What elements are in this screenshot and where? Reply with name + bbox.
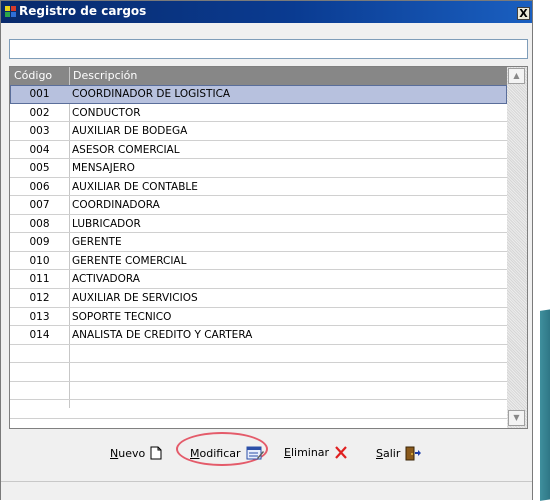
new-document-icon [150, 446, 162, 460]
codigo-cell: 014 [29, 329, 50, 342]
table-row[interactable]: 004 ASESOR COMERCIAL [10, 141, 507, 160]
codigo-cell: 002 [29, 106, 50, 119]
exit-door-icon [405, 446, 422, 461]
codigo-cell: 008 [29, 217, 50, 230]
table-row[interactable]: 005 MENSAJERO [10, 159, 507, 178]
descripcion-cell: COORDINADORA [72, 199, 160, 212]
table-row[interactable]: 011 ACTIVADORA [10, 270, 507, 290]
search-input[interactable] [9, 39, 528, 59]
codigo-cell: 001 [29, 88, 50, 100]
vertical-scrollbar[interactable]: ▲ ▼ [507, 67, 527, 428]
title-bar[interactable]: Registro de cargos X [1, 1, 532, 23]
codigo-cell: 011 [29, 273, 50, 286]
column-header-descripcion[interactable]: Descripción [73, 69, 137, 82]
table-row[interactable]: 013 SOPORTE TECNICO [10, 308, 507, 327]
window-title: Registro de cargos [19, 4, 147, 18]
descripcion-cell: COORDINADOR DE LOGISTICA [72, 88, 231, 100]
codigo-cell: 007 [29, 199, 50, 212]
codigo-cell: 012 [29, 292, 50, 305]
grid-body: 001 COORDINADOR DE LOGISTICA 002 CONDUCTOR 0… [10, 85, 507, 419]
table-row[interactable]: 014 ANALISTA DE CREDITO Y CARTERA [10, 326, 507, 345]
edit-form-icon [246, 446, 264, 460]
eliminar-button[interactable]: Eliminar [284, 446, 348, 459]
table-row[interactable]: 008 LUBRICADOR [10, 215, 507, 234]
descripcion-cell: AUXILIAR DE CONTABLE [72, 180, 198, 193]
nuevo-label: Nuevo [110, 446, 146, 460]
cargos-window: Registro de cargos X Código Descripción … [0, 0, 533, 500]
close-button[interactable]: X [517, 7, 530, 20]
column-header-codigo[interactable]: Código [14, 69, 52, 82]
descripcion-cell: ASESOR COMERCIAL [72, 143, 180, 156]
empty-table-row [10, 345, 507, 364]
modificar-label: Modificar [190, 446, 241, 460]
descripcion-cell: SOPORTE TECNICO [72, 310, 172, 323]
codigo-cell: 005 [29, 162, 50, 175]
salir-label: Salir [376, 447, 401, 460]
table-row[interactable]: 006 AUXILIAR DE CONTABLE [10, 178, 507, 197]
delete-x-icon [335, 446, 347, 459]
table-row[interactable]: 012 AUXILIAR DE SERVICIOS [10, 289, 507, 308]
empty-table-row [10, 363, 507, 382]
descripcion-cell: AUXILIAR DE SERVICIOS [72, 292, 198, 305]
empty-table-row [10, 382, 507, 401]
scroll-up-icon[interactable]: ▲ [508, 68, 525, 84]
descripcion-cell: CONDUCTOR [72, 106, 141, 119]
app-icon [5, 6, 16, 18]
grid-header: Código Descripción [10, 67, 507, 85]
table-row[interactable]: 001 COORDINADOR DE LOGISTICA [10, 85, 507, 104]
codigo-cell: 010 [29, 254, 50, 267]
codigo-cell: 006 [29, 180, 50, 193]
modificar-button[interactable]: Modificar [190, 446, 264, 460]
descripcion-cell: AUXILIAR DE BODEGA [72, 125, 188, 138]
table-row[interactable]: 007 COORDINADORA [10, 196, 507, 215]
descripcion-cell: LUBRICADOR [72, 217, 141, 230]
nuevo-button[interactable]: Nuevo [110, 446, 162, 460]
status-bar [1, 481, 532, 500]
table-row[interactable]: 010 GERENTE COMERCIAL [10, 252, 507, 271]
scroll-down-icon[interactable]: ▼ [508, 410, 525, 426]
empty-table-row [10, 400, 507, 419]
descripcion-cell: MENSAJERO [72, 162, 135, 175]
background-decoration [540, 309, 550, 501]
salir-button[interactable]: Salir [376, 446, 422, 461]
table-row[interactable]: 003 AUXILIAR DE BODEGA [10, 122, 507, 141]
descripcion-cell: GERENTE COMERCIAL [72, 254, 187, 267]
table-row[interactable]: 009 GERENTE [10, 233, 507, 252]
codigo-cell: 004 [29, 143, 50, 156]
descripcion-cell: ACTIVADORA [72, 273, 140, 286]
descripcion-cell: GERENTE [72, 236, 122, 249]
table-row[interactable]: 002 CONDUCTOR [10, 104, 507, 123]
codigo-cell: 013 [29, 310, 50, 323]
codigo-cell: 003 [29, 125, 50, 138]
cargos-grid: Código Descripción 001 COORDINADOR DE LOG… [9, 66, 528, 429]
descripcion-cell: ANALISTA DE CREDITO Y CARTERA [72, 329, 253, 342]
eliminar-label: Eliminar [284, 446, 330, 459]
codigo-cell: 009 [29, 236, 50, 249]
